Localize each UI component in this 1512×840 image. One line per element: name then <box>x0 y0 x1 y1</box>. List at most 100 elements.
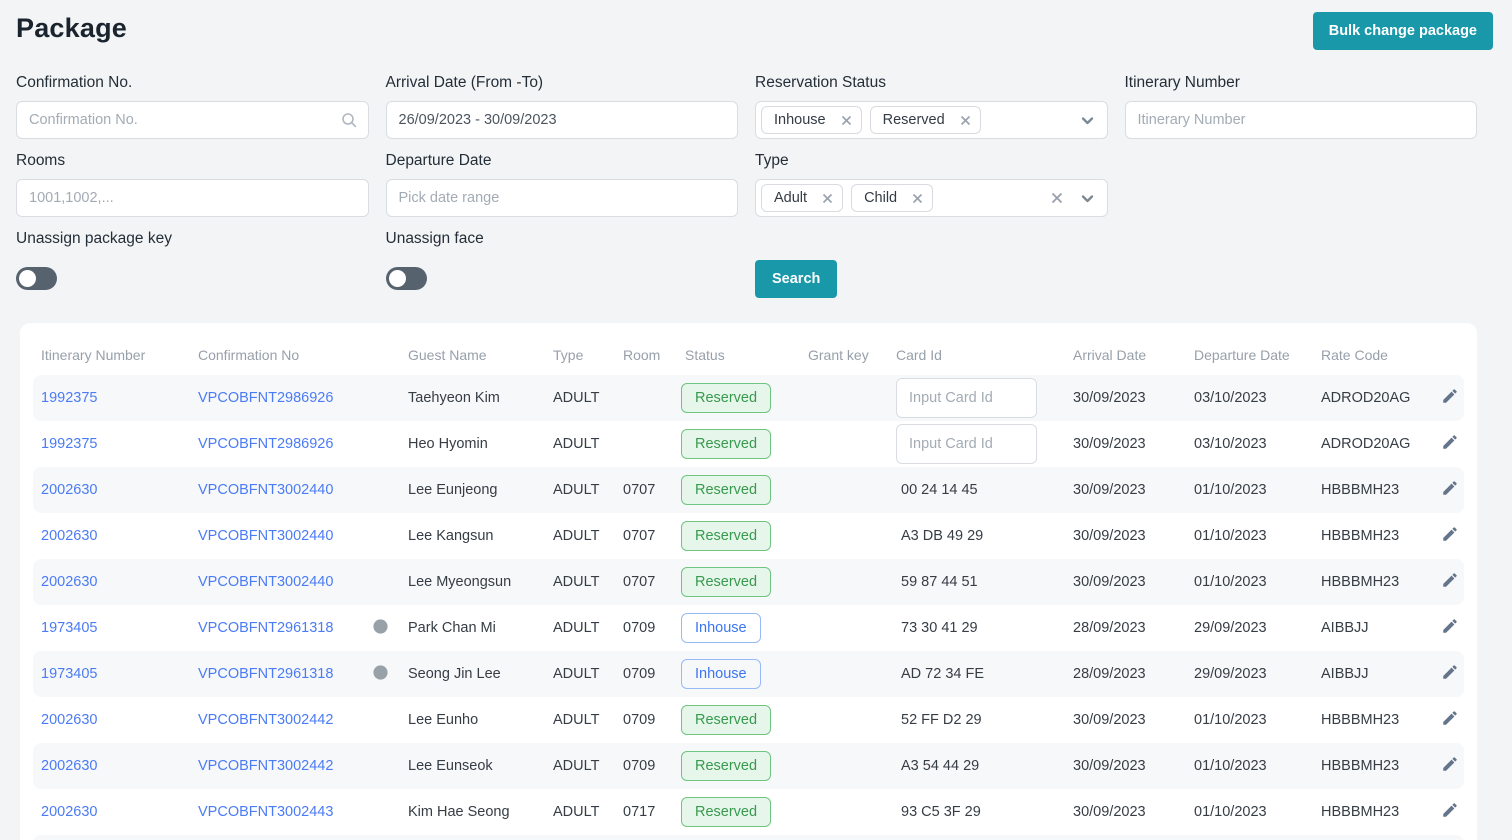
unassign-face-toggle[interactable] <box>385 267 427 290</box>
confirmation-no-link[interactable]: VPCOBFNT2961318 <box>198 620 333 636</box>
edit-pencil-icon[interactable] <box>1441 479 1459 501</box>
status-badge: Inhouse <box>681 613 761 643</box>
col-guest-name: Guest Name <box>408 347 487 363</box>
itinerary-number-link[interactable]: 2002630 <box>41 758 97 774</box>
unassign-package-key-label: Unassign package key <box>16 230 172 247</box>
itinerary-number-link[interactable]: 1992375 <box>41 436 97 452</box>
chevron-down-icon[interactable] <box>1080 191 1095 206</box>
results-table: Itinerary Number Confirmation No Guest N… <box>20 323 1477 840</box>
card-id-cell: 52 FF D2 29 <box>888 712 1065 728</box>
status-tag-inhouse: Inhouse <box>761 106 862 134</box>
confirmation-no-link[interactable]: VPCOBFNT3002440 <box>198 482 333 498</box>
itinerary-number-link[interactable]: 2002630 <box>41 574 97 590</box>
confirmation-no-link[interactable]: VPCOBFNT3002440 <box>198 574 333 590</box>
reservation-status-select[interactable]: Inhouse Reserved <box>755 101 1108 139</box>
arrival-date: 30/09/2023 <box>1073 390 1146 406</box>
edit-pencil-icon[interactable] <box>1441 755 1459 777</box>
table-row: 1973405 VPCOBFNT2961318 Seong Jin Lee AD… <box>33 651 1464 697</box>
confirmation-no-input[interactable] <box>16 101 369 139</box>
confirmation-no-link[interactable]: VPCOBFNT2986926 <box>198 436 333 452</box>
edit-pencil-icon[interactable] <box>1441 571 1459 593</box>
search-button[interactable]: Search <box>755 260 838 298</box>
confirmation-no-link[interactable]: VPCOBFNT2986926 <box>198 390 333 406</box>
type-select[interactable]: Adult Child <box>755 179 1108 217</box>
rate-code: HBBBMH23 <box>1321 758 1400 774</box>
confirmation-no-link[interactable]: VPCOBFNT3002440 <box>198 528 333 544</box>
remove-tag-icon[interactable] <box>912 193 923 204</box>
rate-code: HBBBMH23 <box>1321 712 1400 728</box>
status-tag-inhouse-label: Inhouse <box>774 112 826 128</box>
confirmation-no-link[interactable]: VPCOBFNT3002443 <box>198 804 333 820</box>
status-badge: Inhouse <box>681 659 761 689</box>
confirmation-no-link[interactable]: VPCOBFNT3002442 <box>198 712 333 728</box>
col-room: Room <box>623 347 661 363</box>
departure-date: 29/09/2023 <box>1194 666 1267 682</box>
guest-name: Seong Jin Lee <box>408 666 501 682</box>
departure-date-input[interactable] <box>385 179 738 217</box>
card-id-input[interactable] <box>896 378 1037 418</box>
departure-date: 01/10/2023 <box>1194 574 1267 590</box>
card-id-cell: 59 87 44 51 <box>888 574 1065 590</box>
itinerary-number-input[interactable] <box>1124 101 1477 139</box>
edit-pencil-icon[interactable] <box>1441 709 1459 731</box>
room-number: 0707 <box>623 528 656 544</box>
remove-tag-icon[interactable] <box>960 115 971 126</box>
confirmation-no-link[interactable]: VPCOBFNT3002442 <box>198 758 333 774</box>
table-row-partial <box>33 835 1464 840</box>
edit-pencil-icon[interactable] <box>1441 801 1459 823</box>
col-type: Type <box>553 347 584 363</box>
table-row: 1992375 VPCOBFNT2986926 Heo Hyomin ADULT… <box>33 421 1464 467</box>
status-badge: Reserved <box>681 751 772 781</box>
status-badge: Reserved <box>681 383 772 413</box>
edit-pencil-icon[interactable] <box>1441 433 1459 455</box>
status-badge: Reserved <box>681 521 772 551</box>
guest-type: ADULT <box>553 666 600 682</box>
room-number: 0717 <box>623 804 656 820</box>
rooms-label: Rooms <box>16 152 66 169</box>
itinerary-number-link[interactable]: 1992375 <box>41 390 97 406</box>
guest-name: Lee Eunjeong <box>408 482 498 498</box>
unassign-package-key-toggle[interactable] <box>16 267 57 290</box>
rooms-input[interactable] <box>16 179 369 217</box>
itinerary-number-link[interactable]: 1973405 <box>41 620 97 636</box>
edit-pencil-icon[interactable] <box>1441 617 1459 639</box>
arrival-date: 30/09/2023 <box>1073 758 1146 774</box>
card-id-cell: AD 72 34 FE <box>888 666 1065 682</box>
arrival-date-input[interactable] <box>385 101 738 139</box>
status-badge: Reserved <box>681 705 772 735</box>
guest-type: ADULT <box>553 390 600 406</box>
itinerary-number-link[interactable]: 2002630 <box>41 804 97 820</box>
bulk-change-package-button[interactable]: Bulk change package <box>1312 12 1493 50</box>
guest-type: ADULT <box>553 804 600 820</box>
guest-name: Taehyeon Kim <box>408 390 500 406</box>
itinerary-number-link[interactable]: 2002630 <box>41 482 97 498</box>
type-label: Type <box>755 152 789 169</box>
page-header: Package Bulk change package <box>16 10 1493 62</box>
edit-pencil-icon[interactable] <box>1441 663 1459 685</box>
itinerary-number-link[interactable]: 1973405 <box>41 666 97 682</box>
filter-type: Type Adult Child <box>755 152 1108 217</box>
itinerary-number-link[interactable]: 2002630 <box>41 712 97 728</box>
confirmation-no-link[interactable]: VPCOBFNT2961318 <box>198 666 333 682</box>
remove-tag-icon[interactable] <box>841 115 852 126</box>
filter-unassign-face: Unassign face <box>385 230 739 298</box>
type-tag-child-label: Child <box>864 190 898 206</box>
face-registered-icon <box>372 618 389 639</box>
arrival-date: 30/09/2023 <box>1073 528 1146 544</box>
rate-code: HBBBMH23 <box>1321 482 1400 498</box>
unassign-face-label: Unassign face <box>385 230 484 247</box>
chevron-down-icon[interactable] <box>1080 113 1095 128</box>
clear-all-icon[interactable] <box>1050 191 1064 205</box>
edit-pencil-icon[interactable] <box>1441 525 1459 547</box>
card-id-input[interactable] <box>896 424 1037 464</box>
itinerary-number-link[interactable]: 2002630 <box>41 528 97 544</box>
filter-reservation-status: Reservation Status Inhouse Reserved <box>755 74 1108 139</box>
edit-pencil-icon[interactable] <box>1441 387 1459 409</box>
table-row: 2002630 VPCOBFNT3002440 Lee Myeongsun AD… <box>33 559 1464 605</box>
remove-tag-icon[interactable] <box>822 193 833 204</box>
arrival-date: 30/09/2023 <box>1073 436 1146 452</box>
col-status: Status <box>685 347 725 363</box>
room-number: 0709 <box>623 666 656 682</box>
arrival-date: 30/09/2023 <box>1073 574 1146 590</box>
col-itinerary-number: Itinerary Number <box>41 347 146 363</box>
